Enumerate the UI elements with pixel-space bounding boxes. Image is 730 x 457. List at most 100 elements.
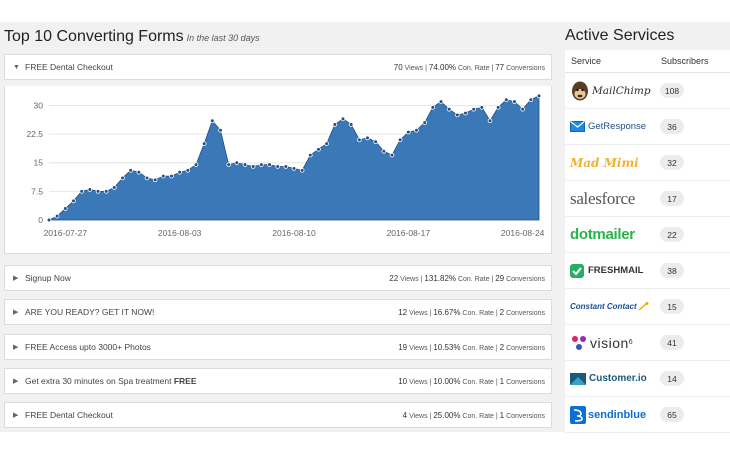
data-point[interactable] <box>365 135 370 141</box>
form-stats: 22 Views | 131.82% Con. Rate | 29 Conver… <box>389 273 545 283</box>
data-point[interactable] <box>340 116 346 122</box>
service-name: Mad Mimi <box>570 155 639 170</box>
service-row[interactable]: dotmailer 22 <box>565 217 730 253</box>
form-row[interactable]: ▼ FREE Dental Checkout 70 Views | 74.00%… <box>4 54 552 80</box>
data-point[interactable] <box>389 152 395 158</box>
data-point[interactable] <box>414 127 419 133</box>
service-row[interactable]: Constant Contact 15 <box>565 289 730 325</box>
dotmailer-logo: dotmailer <box>565 226 657 243</box>
data-point[interactable] <box>455 112 460 118</box>
subscriber-count: 65 <box>660 407 684 422</box>
data-point[interactable] <box>185 168 191 173</box>
service-row[interactable]: FRESHMAIL 38 <box>565 253 730 289</box>
service-row[interactable]: MailChimp 108 <box>565 73 730 109</box>
data-point[interactable] <box>87 187 93 192</box>
form-stats: 70 Views | 74.00% Con. Rate | 77 Convers… <box>393 62 545 72</box>
data-point[interactable] <box>259 162 264 167</box>
data-point[interactable] <box>381 148 387 154</box>
subscriber-count: 32 <box>660 155 684 170</box>
data-point[interactable] <box>177 169 182 175</box>
service-row[interactable]: salesforce 17 <box>565 181 730 217</box>
form-row[interactable]: ▶ FREE Dental Checkout 4 Views | 25.00% … <box>4 402 552 428</box>
data-point[interactable] <box>161 173 166 179</box>
data-point[interactable] <box>128 168 133 173</box>
data-point[interactable] <box>201 141 207 146</box>
data-point[interactable] <box>316 147 321 152</box>
caret-right-icon[interactable]: ▶ <box>13 274 25 282</box>
data-point[interactable] <box>226 162 231 167</box>
data-point[interactable] <box>406 129 411 135</box>
data-point[interactable] <box>479 105 485 110</box>
data-point[interactable] <box>397 137 403 143</box>
data-point[interactable] <box>275 164 280 169</box>
data-point[interactable] <box>71 198 76 204</box>
services-header: Service Subscribers <box>565 50 730 73</box>
data-point[interactable] <box>528 97 534 103</box>
data-point[interactable] <box>446 106 452 112</box>
data-point[interactable] <box>422 120 427 125</box>
data-point[interactable] <box>299 168 305 173</box>
data-point[interactable] <box>152 177 158 183</box>
service-row[interactable]: vision 6 41 <box>565 325 730 361</box>
data-point[interactable] <box>63 206 68 211</box>
top-bar <box>0 0 730 22</box>
caret-down-icon[interactable]: ▼ <box>13 64 25 71</box>
caret-right-icon[interactable]: ▶ <box>13 411 25 419</box>
data-point[interactable] <box>169 173 174 179</box>
data-point[interactable] <box>536 93 542 99</box>
data-point[interactable] <box>95 189 101 194</box>
data-point[interactable] <box>210 118 215 124</box>
data-point[interactable] <box>283 164 289 169</box>
data-point[interactable] <box>495 105 501 110</box>
data-point[interactable] <box>242 162 248 167</box>
data-point[interactable] <box>267 162 272 167</box>
service-row[interactable]: GetResponse 36 <box>565 109 730 145</box>
data-point[interactable] <box>438 99 444 104</box>
data-point[interactable] <box>103 189 109 194</box>
data-point[interactable] <box>54 213 60 219</box>
form-row[interactable]: ▶ Get extra 30 minutes on Spa treatment … <box>4 368 552 394</box>
service-row[interactable]: Customer.io 14 <box>565 361 730 397</box>
x-tick-label: 2016-08-24 <box>501 228 545 238</box>
form-name: Get extra 30 minutes on Spa treatment FR… <box>25 376 197 386</box>
data-point[interactable] <box>218 127 223 133</box>
data-point[interactable] <box>112 185 117 190</box>
data-point[interactable] <box>430 105 436 110</box>
data-point[interactable] <box>332 122 338 127</box>
mailchimp-monkey-icon <box>572 81 588 100</box>
caret-right-icon[interactable]: ▶ <box>13 343 25 351</box>
data-point[interactable] <box>373 139 378 145</box>
data-point[interactable] <box>308 152 313 158</box>
service-name: GetResponse <box>588 121 647 132</box>
form-stats: 10 Views | 10.00% Con. Rate | 1 Conversi… <box>398 376 545 386</box>
data-point[interactable] <box>193 162 199 167</box>
form-row[interactable]: ▶ FREE Access upto 3000+ Photos 19 Views… <box>4 334 552 360</box>
form-row[interactable]: ▶ Signup Now 22 Views | 131.82% Con. Rat… <box>4 265 552 291</box>
data-point[interactable] <box>348 122 354 127</box>
y-tick-label: 30 <box>34 100 44 110</box>
data-point[interactable] <box>520 106 525 112</box>
data-point[interactable] <box>120 175 125 181</box>
data-point[interactable] <box>504 97 509 103</box>
data-point[interactable] <box>487 118 493 124</box>
form-row[interactable]: ▶ ARE YOU READY? GET IT NOW! 12 Views | … <box>4 299 552 325</box>
data-point[interactable] <box>144 175 150 181</box>
data-point[interactable] <box>324 141 329 146</box>
caret-right-icon[interactable]: ▶ <box>13 308 25 316</box>
data-point[interactable] <box>471 106 476 112</box>
data-point[interactable] <box>46 217 52 223</box>
service-row[interactable]: sendinblue 65 <box>565 397 730 433</box>
service-row[interactable]: Mad Mimi 32 <box>565 145 730 181</box>
data-point[interactable] <box>512 99 517 104</box>
data-point[interactable] <box>136 169 142 175</box>
data-point[interactable] <box>357 137 362 143</box>
data-point[interactable] <box>463 110 468 116</box>
caret-right-icon[interactable]: ▶ <box>13 377 25 385</box>
form-name: Signup Now <box>25 273 71 283</box>
data-point[interactable] <box>79 189 84 194</box>
vision6-logo: vision 6 <box>565 334 657 352</box>
data-point[interactable] <box>250 164 256 169</box>
data-point[interactable] <box>291 166 297 171</box>
data-point[interactable] <box>234 160 240 166</box>
form-name: FREE Dental Checkout <box>25 410 113 420</box>
